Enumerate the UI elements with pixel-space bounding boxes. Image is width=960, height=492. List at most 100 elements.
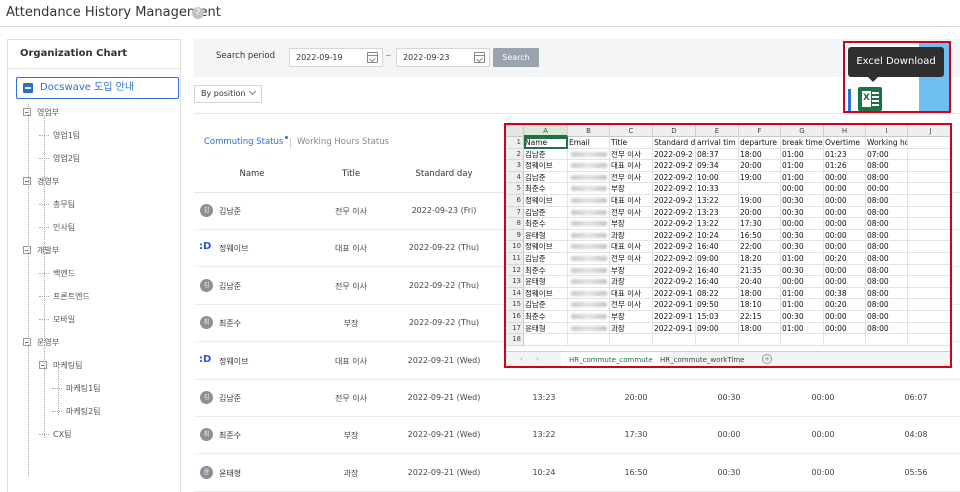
sheet-cell[interactable]: 01:26 — [824, 160, 866, 172]
sheet-cell[interactable]: 최준수 — [524, 183, 568, 195]
sheet-cell[interactable] — [908, 311, 950, 323]
org-tree-node[interactable]: 경영부 — [37, 176, 59, 187]
org-tree-node[interactable]: 개발부 — [37, 245, 59, 256]
sheet-cell[interactable]: 2022-09-2 — [653, 148, 696, 161]
sheet-cell[interactable]: 2022-09-2 — [653, 160, 696, 172]
table-row[interactable]: 윤 윤태형 과장 2022-09-21 (Wed) 10:24 16:50 00:30 00:… — [194, 455, 960, 492]
sheet-cell[interactable]: 13:23 — [696, 206, 739, 219]
sheet-cell[interactable]: 김남준 — [524, 253, 568, 265]
sheet-cell[interactable]: 01:00 — [781, 287, 824, 300]
sheet-cell[interactable] — [696, 334, 739, 346]
sheet-cell[interactable]: 01:00 — [781, 171, 824, 184]
sheet-column-header[interactable]: I — [866, 125, 908, 137]
sheet-cell[interactable]: 00:30 — [781, 241, 824, 253]
sheet-cell[interactable]: 08:00 — [866, 160, 908, 172]
sheet-cell[interactable] — [653, 334, 696, 346]
sheet-cell[interactable] — [908, 276, 950, 288]
sheet-cell[interactable]: 22:15 — [739, 311, 781, 323]
sheet-cell[interactable]: 2022-09-2 — [653, 229, 696, 242]
sheet-cell[interactable]: 15:03 — [696, 311, 739, 323]
sheet-cell[interactable]: departure — [739, 137, 781, 149]
sheet-cell[interactable] — [739, 334, 781, 346]
sheet-cell[interactable]: 00:00 — [824, 229, 866, 242]
sheet-cell[interactable]: 20:00 — [739, 206, 781, 219]
org-tree-node[interactable]: 영업부 — [37, 107, 59, 118]
sheet-cell[interactable]: 정웨이브 — [524, 287, 568, 300]
sheet-cell[interactable] — [568, 229, 610, 242]
sheet-cell[interactable]: 00:00 — [781, 276, 824, 288]
sheet-row-header[interactable]: 1 — [506, 137, 524, 149]
sheet-cell[interactable] — [568, 183, 610, 195]
sheet-cell[interactable]: 최준수 — [524, 311, 568, 323]
header-title[interactable]: Title — [342, 169, 360, 179]
sheet-column-header[interactable]: A — [524, 125, 568, 137]
sheet-cell[interactable]: 01:00 — [781, 160, 824, 172]
sheet-cell[interactable]: 대표 이사 — [610, 160, 653, 172]
sheet-cell[interactable]: 10:00 — [696, 171, 739, 184]
sheet-cell[interactable]: 2022-09-1 — [653, 322, 696, 335]
sheet-cell[interactable]: 18:00 — [739, 148, 781, 161]
sheet-cell[interactable]: 17:30 — [739, 218, 781, 230]
sheet-cell[interactable] — [908, 241, 950, 253]
org-tree-node[interactable]: 백엔드 — [53, 268, 75, 279]
sheet-cell[interactable]: arrival tim — [696, 137, 739, 149]
collapse-icon[interactable] — [23, 177, 31, 185]
sheet-cell[interactable]: 2022-09-2 — [653, 276, 696, 288]
org-root-node[interactable]: Docswave 도입 안내 — [16, 77, 179, 99]
sheet-cell[interactable]: 2022-09-2 — [653, 195, 696, 207]
sheet-cell[interactable]: 19:00 — [739, 195, 781, 207]
sheet-cell[interactable]: 08:00 — [866, 322, 908, 335]
sheet-cell[interactable]: 09:50 — [696, 299, 739, 311]
sheet-cell[interactable]: 2022-09-2 — [653, 171, 696, 184]
sheet-cell[interactable]: 전무 이사 — [610, 206, 653, 219]
sheet-cell[interactable]: 08:00 — [866, 171, 908, 184]
calendar-icon[interactable] — [367, 52, 378, 63]
sheet-row-header[interactable]: 9 — [506, 229, 524, 242]
sheet-cell[interactable]: 10:33 — [696, 183, 739, 195]
sheet-cell[interactable]: Title — [610, 137, 653, 149]
sheet-cell[interactable]: 00:30 — [781, 311, 824, 323]
sheet-cell[interactable] — [908, 149, 950, 161]
sheet-cell[interactable]: 전무 이사 — [610, 148, 653, 161]
sheet-cell[interactable]: 윤태형 — [524, 276, 568, 288]
sheet-cell[interactable] — [908, 218, 950, 230]
sheet-cell[interactable] — [908, 207, 950, 219]
sheet-cell[interactable]: Name — [524, 137, 568, 149]
sheet-cell[interactable]: 22:00 — [739, 241, 781, 253]
sheet-row-header[interactable]: 18 — [506, 334, 524, 346]
sheet-cell[interactable]: Working hours — [866, 137, 908, 149]
sheet-cell[interactable]: 2022-09-2 — [653, 183, 696, 195]
tab-commuting-status[interactable]: Commuting Status — [204, 136, 289, 147]
sheet-cell[interactable]: 김남준 — [524, 299, 568, 311]
sheet-cell[interactable]: 00:00 — [824, 322, 866, 335]
sheet-cell[interactable]: 08:00 — [866, 229, 908, 242]
sheet-cell[interactable] — [568, 253, 610, 265]
sheet-cell[interactable] — [908, 183, 950, 195]
sheet-cell[interactable]: 16:40 — [696, 241, 739, 253]
sheet-cell[interactable]: 09:00 — [696, 253, 739, 265]
sheet-cell[interactable]: 00:30 — [781, 229, 824, 242]
sheet-cell[interactable]: 08:00 — [866, 218, 908, 230]
sheet-row-header[interactable]: 3 — [506, 160, 524, 172]
sheet-cell[interactable]: 01:00 — [781, 299, 824, 311]
position-select[interactable]: By position — [194, 85, 262, 103]
sheet-cell[interactable]: 16:40 — [696, 276, 739, 288]
sheet-cell[interactable]: 08:00 — [866, 241, 908, 253]
sheet-cell[interactable]: 00:00 — [824, 264, 866, 277]
sheet-column-header[interactable]: B — [568, 125, 610, 137]
sheet-cell[interactable]: 전무 이사 — [610, 299, 653, 311]
sheet-cell[interactable] — [908, 334, 950, 346]
sheet-cell[interactable] — [568, 171, 610, 184]
sheet-cell[interactable]: 16:40 — [696, 264, 739, 277]
sheet-cell[interactable]: 정웨이브 — [524, 195, 568, 207]
collapse-icon[interactable] — [39, 361, 47, 369]
org-tree-node[interactable]: 영업2팀 — [53, 153, 80, 164]
sheet-cell[interactable]: 과장 — [610, 276, 653, 288]
sheet-cell[interactable]: 08:00 — [866, 311, 908, 323]
sheet-cell[interactable]: 18:20 — [739, 253, 781, 265]
sheet-cell[interactable]: 김남준 — [524, 171, 568, 184]
sheet-cell[interactable]: 20:00 — [739, 160, 781, 172]
calendar-icon[interactable] — [474, 52, 485, 63]
header-name[interactable]: Name — [239, 169, 264, 179]
sheet-cell[interactable]: 01:23 — [824, 148, 866, 161]
